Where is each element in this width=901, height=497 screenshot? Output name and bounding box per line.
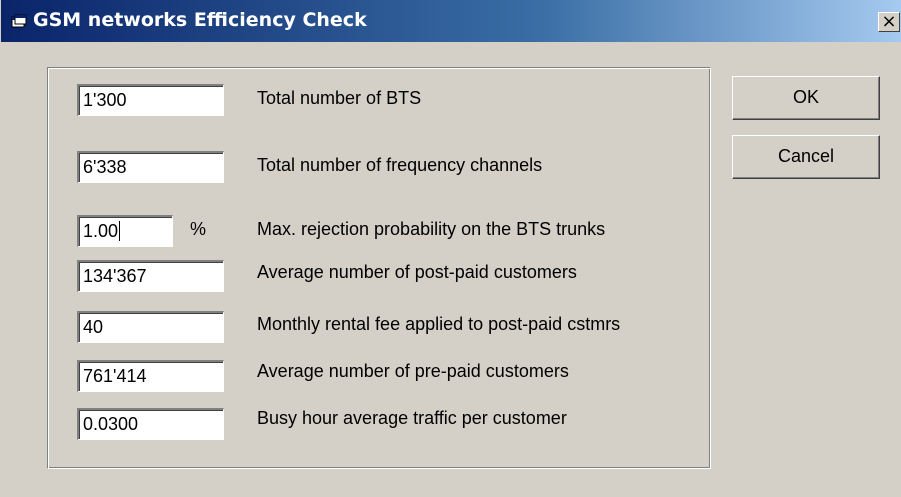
- total-bts-label: Total number of BTS: [257, 88, 422, 108]
- total-bts-value: 1'300: [83, 90, 127, 110]
- total-bts-field[interactable]: 1'300: [77, 84, 224, 116]
- rejection-probability-field[interactable]: 1.00: [77, 215, 173, 247]
- rental-fee-field[interactable]: 40: [77, 311, 224, 343]
- busy-hour-traffic-field[interactable]: 0.0300: [77, 408, 224, 440]
- busy-hour-traffic-label: Busy hour average traffic per customer: [257, 408, 567, 428]
- close-icon: ×: [881, 11, 897, 32]
- rejection-probability-label: Max. rejection probability on the BTS tr…: [257, 219, 606, 239]
- busy-hour-traffic-value: 0.0300: [83, 414, 139, 434]
- app-window-icon[interactable]: [11, 14, 27, 30]
- frequency-channels-label: Total number of frequency channels: [257, 155, 543, 175]
- percent-unit-label: %: [190, 219, 207, 239]
- window-title: GSM networks Efficiency Check: [33, 9, 367, 31]
- title-bar[interactable]: GSM networks Efficiency Check ×: [1, 0, 901, 42]
- rental-fee-value: 40: [83, 317, 104, 337]
- prepaid-customers-label: Average number of pre-paid customers: [257, 361, 569, 381]
- frequency-channels-field[interactable]: 6'338: [77, 151, 224, 183]
- dialog-window: GSM networks Efficiency Check × 1'300 To…: [0, 0, 901, 497]
- cancel-button[interactable]: Cancel: [732, 135, 880, 179]
- rental-fee-label: Monthly rental fee applied to post-paid …: [257, 314, 621, 334]
- postpaid-customers-label: Average number of post-paid customers: [257, 262, 577, 282]
- postpaid-customers-field[interactable]: 134'367: [77, 260, 224, 292]
- prepaid-customers-value: 761'414: [83, 366, 147, 386]
- prepaid-customers-field[interactable]: 761'414: [77, 360, 224, 392]
- text-caret: [119, 221, 121, 241]
- frequency-channels-value: 6'338: [83, 157, 127, 177]
- ok-button[interactable]: OK: [732, 76, 880, 120]
- rejection-probability-value: 1.00: [83, 221, 119, 241]
- close-button[interactable]: ×: [878, 12, 900, 32]
- postpaid-customers-value: 134'367: [83, 266, 147, 286]
